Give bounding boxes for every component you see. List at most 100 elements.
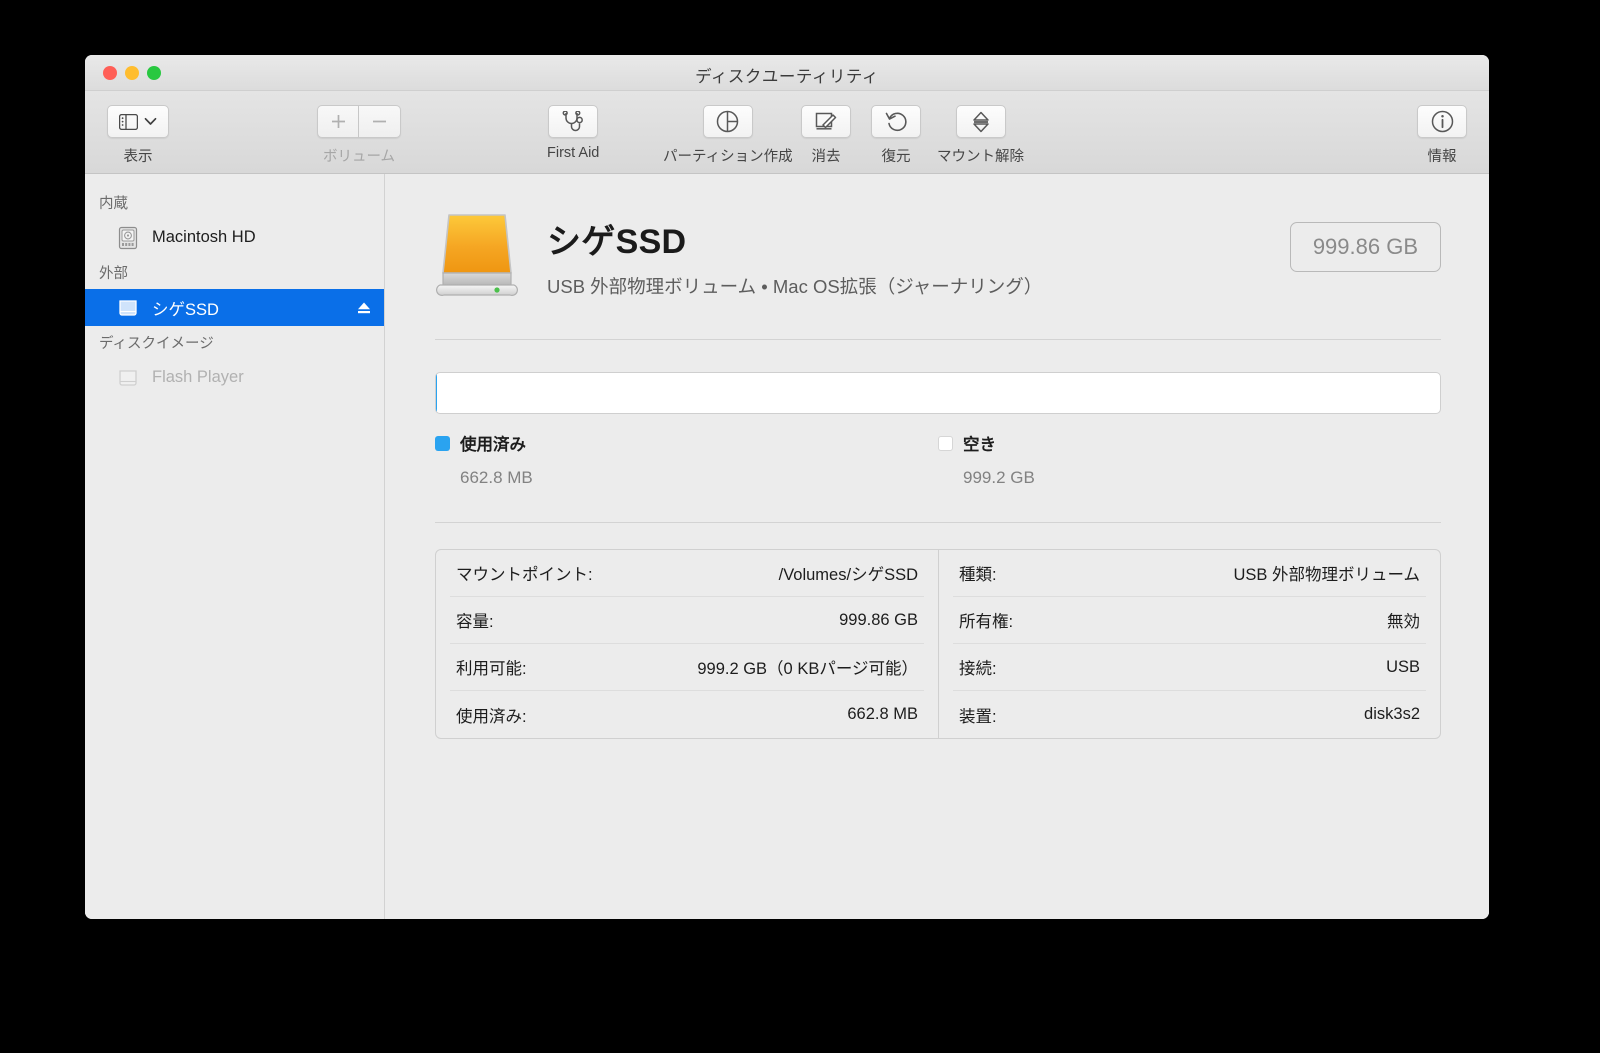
restore-label: 復元	[881, 149, 911, 165]
view-control: 表示	[107, 105, 169, 166]
sidebar-item-label: Flash Player	[152, 368, 244, 386]
info-label: 情報	[1427, 149, 1457, 165]
info-column-right: 種類: USB 外部物理ボリューム 所有権: 無効 接続: USB 装置: di…	[938, 550, 1440, 738]
undo-arrow-icon	[885, 112, 907, 132]
legend-label-free: 空き	[963, 436, 996, 454]
stethoscope-icon	[562, 110, 584, 131]
info-key: 使用済み:	[456, 707, 527, 726]
legend-label-used: 使用済み	[460, 436, 526, 454]
external-drive-icon	[119, 299, 137, 316]
sidebar-item-shige-ssd[interactable]: シゲSSD	[85, 289, 384, 326]
info-value: 999.86 GB	[839, 610, 918, 629]
divider-top	[435, 339, 1441, 340]
info-value: /Volumes/シゲSSD	[778, 566, 918, 584]
sidebar-icon	[119, 113, 138, 130]
view-label: 表示	[123, 149, 153, 165]
legend-item-used: 使用済み 662.8 MB	[435, 431, 938, 488]
info-control: 情報	[1417, 105, 1467, 166]
unmount-icon	[972, 111, 989, 132]
info-value: USB 外部物理ボリューム	[1233, 566, 1420, 584]
info-column-left: マウントポイント: /Volumes/シゲSSD 容量: 999.86 GB 利…	[436, 550, 938, 738]
unmount-control: マウント解除	[937, 105, 1024, 166]
pie-chart-icon	[717, 110, 739, 133]
remove-volume-button[interactable]	[359, 105, 401, 138]
view-button[interactable]	[107, 105, 169, 138]
volume-label: ボリューム	[322, 149, 396, 165]
minus-icon	[373, 120, 386, 123]
chevron-down-icon	[144, 117, 157, 125]
volume-control: ボリューム	[317, 105, 401, 166]
window-title: ディスクユーティリティ	[695, 68, 879, 86]
restore-button[interactable]	[871, 105, 921, 138]
erase-label: 消去	[811, 149, 841, 165]
info-value: 999.2 GB（0 KBパージ可能）	[697, 660, 918, 678]
info-row: 使用済み: 662.8 MB	[450, 691, 924, 738]
usage-bar-used-segment	[436, 373, 437, 413]
window-body: 内蔵 Macintosh HD 外部 シゲSSD ディスクイメージ Flash …	[85, 174, 1489, 919]
partition-button[interactable]	[702, 105, 753, 138]
info-row: 容量: 999.86 GB	[450, 597, 924, 644]
info-row: 所有権: 無効	[953, 597, 1426, 644]
info-row: マウントポイント: /Volumes/シゲSSD	[450, 550, 924, 597]
info-row: 装置: disk3s2	[953, 691, 1426, 738]
info-circle-icon	[1431, 110, 1453, 133]
volume-name: シゲSSD	[547, 223, 687, 261]
volume-title-block: シゲSSD USB 外部物理ボリューム • Mac OS拡張（ジャーナリング）	[547, 200, 1290, 299]
unmount-label: マウント解除	[937, 149, 1024, 165]
info-row: 種類: USB 外部物理ボリューム	[953, 550, 1426, 597]
info-value: disk3s2	[1364, 705, 1420, 723]
divider-bottom	[435, 522, 1441, 523]
internal-drive-icon	[118, 226, 138, 249]
legend-item-free: 空き 999.2 GB	[938, 431, 1441, 488]
disk-image-icon	[119, 369, 137, 386]
first-aid-label: First Aid	[547, 145, 600, 161]
info-value: 無効	[1387, 613, 1420, 631]
legend-value-used: 662.8 MB	[460, 468, 533, 487]
sidebar-item-label: シゲSSD	[152, 300, 219, 319]
legend-swatch-free	[938, 435, 953, 451]
info-key: 種類:	[959, 566, 997, 584]
partition-label: パーティション作成	[663, 149, 793, 165]
capacity-badge: 999.86 GB	[1289, 222, 1441, 272]
first-aid-button[interactable]	[548, 105, 599, 138]
disk-utility-window: ディスクユーティリティ 表示 ボリューム First Aid パーティション作成…	[85, 55, 1489, 919]
toolbar: 表示 ボリューム First Aid パーティション作成 消去 復元 マウント解…	[85, 91, 1489, 174]
eraser-icon	[815, 112, 837, 130]
legend-swatch-used	[435, 435, 450, 451]
usage-bar	[435, 372, 1441, 414]
eject-icon[interactable]	[356, 300, 372, 316]
sidebar-item-macintosh-hd[interactable]: Macintosh HD	[85, 219, 384, 256]
first-aid-control: First Aid	[547, 105, 599, 161]
info-value: USB	[1386, 657, 1420, 676]
sidebar-header-external: 外部	[99, 266, 128, 282]
volume-header: シゲSSD USB 外部物理ボリューム • Mac OS拡張（ジャーナリング） …	[435, 200, 1441, 301]
info-value: 662.8 MB	[847, 705, 918, 723]
info-button[interactable]	[1417, 105, 1467, 138]
info-key: 接続:	[959, 660, 997, 678]
volume-detail-panel: シゲSSD USB 外部物理ボリューム • Mac OS拡張（ジャーナリング） …	[385, 174, 1489, 919]
info-row: 接続: USB	[953, 644, 1426, 691]
erase-control: 消去	[801, 105, 851, 166]
sidebar-header-internal: 内蔵	[99, 196, 128, 212]
sidebar-header-disk-images: ディスクイメージ	[99, 336, 214, 352]
info-key: 装置:	[959, 707, 997, 726]
info-row: 利用可能: 999.2 GB（0 KBパージ可能）	[450, 644, 924, 691]
external-hard-drive-icon	[436, 214, 518, 296]
add-volume-button[interactable]	[317, 105, 359, 138]
sidebar: 内蔵 Macintosh HD 外部 シゲSSD ディスクイメージ Flash …	[85, 174, 385, 919]
info-key: マウントポイント:	[456, 566, 593, 584]
usage-section: 使用済み 662.8 MB 空き 999.2 GB	[435, 372, 1441, 488]
volume-segmented-control	[317, 105, 401, 138]
desktop-background: ディスクユーティリティ 表示 ボリューム First Aid パーティション作成…	[0, 0, 1600, 1053]
partition-control: パーティション作成	[663, 105, 793, 166]
legend-value-free: 999.2 GB	[963, 468, 1035, 487]
sidebar-item-flash-player[interactable]: Flash Player	[85, 359, 384, 396]
restore-control: 復元	[871, 105, 921, 166]
window-titlebar[interactable]: ディスクユーティリティ	[85, 55, 1489, 91]
sidebar-item-label: Macintosh HD	[152, 228, 256, 246]
volume-subtitle: USB 外部物理ボリューム • Mac OS拡張（ジャーナリング）	[547, 276, 1043, 297]
erase-button[interactable]	[801, 105, 851, 138]
unmount-button[interactable]	[955, 105, 1006, 138]
info-key: 容量:	[456, 613, 494, 631]
plus-icon	[331, 115, 345, 128]
